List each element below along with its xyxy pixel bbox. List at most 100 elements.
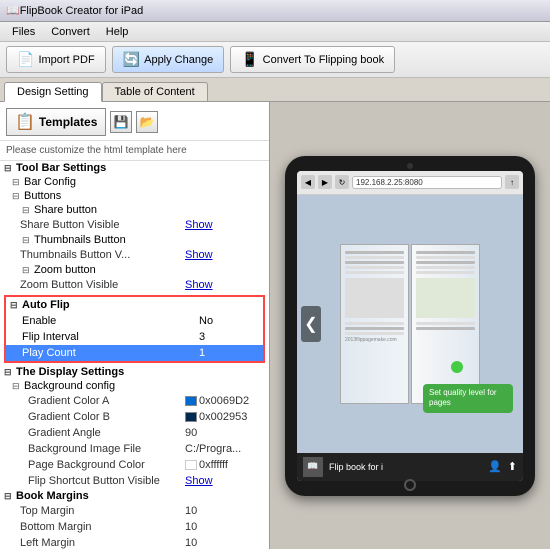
gradient-b-value: 0x002953 bbox=[185, 411, 265, 423]
tab-bar: Design Setting Table of Content bbox=[0, 78, 550, 102]
convert-icon: 📱 bbox=[241, 51, 258, 68]
menu-help[interactable]: Help bbox=[98, 24, 137, 40]
enable-label: Enable bbox=[10, 315, 199, 327]
setting-share-visible: Share Button Visible Show bbox=[0, 217, 269, 233]
setting-flip-shortcut: Flip Shortcut Button Visible Show bbox=[0, 473, 269, 489]
expand-icon-share: ⊟ bbox=[22, 205, 32, 216]
zoom-button-label: Zoom button bbox=[34, 264, 96, 276]
tree-share-button[interactable]: ⊟ Share button bbox=[0, 203, 269, 217]
thumbnails-visible-value[interactable]: Show bbox=[185, 249, 265, 261]
expand-icon-display: ⊟ bbox=[4, 367, 14, 378]
top-margin-label: Top Margin bbox=[12, 505, 185, 517]
tree-zoom-button[interactable]: ⊟ Zoom button bbox=[0, 263, 269, 277]
zoom-visible-value[interactable]: Show bbox=[185, 279, 265, 291]
page-left: 2013flippagemake.com bbox=[340, 244, 409, 404]
tree-bg-config[interactable]: ⊟ Background config bbox=[0, 379, 269, 393]
setting-top-margin: Top Margin 10 bbox=[0, 503, 269, 519]
flipbook-person-icon[interactable]: 👤 bbox=[488, 460, 502, 473]
toolbar: 📄 Import PDF 🔄 Apply Change 📱 Convert To… bbox=[0, 42, 550, 78]
ipad-screen: ◀ ▶ ↻ 192.168.2.25:8080 ↑ ❮ bbox=[297, 171, 523, 481]
gradient-b-swatch bbox=[185, 412, 197, 422]
flipbook-share-icon[interactable]: ⬆ bbox=[508, 460, 517, 473]
browser-share[interactable]: ↑ bbox=[505, 175, 519, 189]
left-margin-label: Left Margin bbox=[12, 537, 185, 549]
tab-content[interactable]: Table of Content bbox=[102, 82, 208, 101]
bottom-margin-label: Bottom Margin bbox=[12, 521, 185, 533]
ipad-home-button[interactable] bbox=[404, 479, 416, 491]
expand-icon-autoflip: ⊟ bbox=[10, 300, 20, 311]
page-bg-label: Page Background Color bbox=[12, 459, 185, 471]
bar-config-label: Bar Config bbox=[24, 176, 76, 188]
templates-icon: 📋 bbox=[15, 112, 35, 132]
tree-book-margins[interactable]: ⊟ Book Margins bbox=[0, 489, 269, 503]
bg-config-label: Background config bbox=[24, 380, 115, 392]
apply-change-button[interactable]: 🔄 Apply Change bbox=[112, 46, 225, 73]
browser-forward[interactable]: ▶ bbox=[318, 175, 332, 189]
interval-label: Flip Interval bbox=[10, 331, 199, 343]
expand-icon: ⊟ bbox=[4, 163, 14, 174]
auto-flip-header[interactable]: ⊟ Auto Flip bbox=[6, 297, 263, 313]
bg-image-value: C:/Progra... bbox=[185, 443, 265, 455]
tree-thumbnails-button[interactable]: ⊟ Thumbnails Button bbox=[0, 233, 269, 247]
setting-thumbnails-visible: Thumbnails Button V... Show bbox=[0, 247, 269, 263]
tree-buttons[interactable]: ⊟ Buttons bbox=[0, 189, 269, 203]
zoom-visible-label: Zoom Button Visible bbox=[12, 279, 185, 291]
quality-annotation: Set quality level for pages bbox=[423, 384, 513, 413]
tree-bar-config[interactable]: ⊟ Bar Config bbox=[0, 175, 269, 189]
play-count-label: Play Count bbox=[10, 347, 199, 359]
auto-flip-enable-row: Enable No bbox=[6, 313, 263, 329]
setting-bottom-margin: Bottom Margin 10 bbox=[0, 519, 269, 535]
expand-icon-buttons: ⊟ bbox=[12, 191, 22, 202]
bg-image-label: Background Image File bbox=[12, 443, 185, 455]
menu-convert[interactable]: Convert bbox=[43, 24, 98, 40]
settings-panel[interactable]: ⊟ Tool Bar Settings ⊟ Bar Config ⊟ Butto… bbox=[0, 161, 269, 549]
convert-label: Convert To Flipping book bbox=[263, 54, 384, 66]
enable-value[interactable]: No bbox=[199, 315, 259, 327]
convert-button[interactable]: 📱 Convert To Flipping book bbox=[230, 46, 395, 73]
auto-flip-count-row[interactable]: Play Count 1 bbox=[6, 345, 263, 361]
browser-url[interactable]: 192.168.2.25:8080 bbox=[352, 176, 502, 189]
gradient-b-label: Gradient Color B bbox=[12, 411, 185, 423]
buttons-label: Buttons bbox=[24, 190, 61, 202]
top-margin-value: 10 bbox=[185, 505, 265, 517]
auto-flip-section: ⊟ Auto Flip Enable No Flip Interval 3 Pl… bbox=[4, 295, 265, 363]
tab-design[interactable]: Design Setting bbox=[4, 82, 102, 102]
page-image-left bbox=[345, 278, 404, 318]
right-panel: ◀ ▶ ↻ 192.168.2.25:8080 ↑ ❮ bbox=[270, 102, 550, 549]
expand-icon-bar: ⊟ bbox=[12, 177, 22, 188]
auto-flip-interval-row: Flip Interval 3 bbox=[6, 329, 263, 345]
display-settings-label: The Display Settings bbox=[16, 366, 124, 378]
import-pdf-button[interactable]: 📄 Import PDF bbox=[6, 46, 106, 73]
app-icon: 📖 bbox=[6, 4, 20, 17]
book-pages: 2013flippagemake.com bbox=[340, 244, 480, 404]
page-image-right bbox=[416, 278, 475, 318]
page-bg-value: 0xffffff bbox=[185, 459, 265, 471]
browser-back[interactable]: ◀ bbox=[301, 175, 315, 189]
prev-page-button[interactable]: ❮ bbox=[301, 306, 321, 342]
book-area: ❮ bbox=[297, 195, 523, 453]
app-title: FlipBook Creator for iPad bbox=[20, 5, 144, 17]
play-count-value[interactable]: 1 bbox=[199, 347, 259, 359]
flip-shortcut-value[interactable]: Show bbox=[185, 475, 265, 487]
tree-toolbar-settings[interactable]: ⊟ Tool Bar Settings bbox=[0, 161, 269, 175]
page-url: 2013flippagemake.com bbox=[345, 337, 404, 343]
menu-files[interactable]: Files bbox=[4, 24, 43, 40]
ipad-browser-bar: ◀ ▶ ↻ 192.168.2.25:8080 ↑ bbox=[297, 171, 523, 195]
setting-left-margin: Left Margin 10 bbox=[0, 535, 269, 549]
apply-change-label: Apply Change bbox=[144, 54, 213, 66]
save-template-button[interactable]: 💾 bbox=[110, 111, 132, 133]
gradient-a-value: 0x0069D2 bbox=[185, 395, 265, 407]
menu-bar: Files Convert Help bbox=[0, 22, 550, 42]
setting-gradient-angle: Gradient Angle 90 bbox=[0, 425, 269, 441]
browser-refresh[interactable]: ↻ bbox=[335, 175, 349, 189]
import-icon: 📄 bbox=[17, 51, 34, 68]
interval-value[interactable]: 3 bbox=[199, 331, 259, 343]
apply-icon: 🔄 bbox=[123, 51, 140, 68]
page-right bbox=[411, 244, 480, 404]
ipad-content: ❮ bbox=[297, 195, 523, 453]
templates-button[interactable]: 📋 Templates bbox=[6, 108, 106, 136]
load-template-button[interactable]: 📂 bbox=[136, 111, 158, 133]
setting-gradient-b: Gradient Color B 0x002953 bbox=[0, 409, 269, 425]
tree-display-settings[interactable]: ⊟ The Display Settings bbox=[0, 365, 269, 379]
share-visible-value[interactable]: Show bbox=[185, 219, 265, 231]
